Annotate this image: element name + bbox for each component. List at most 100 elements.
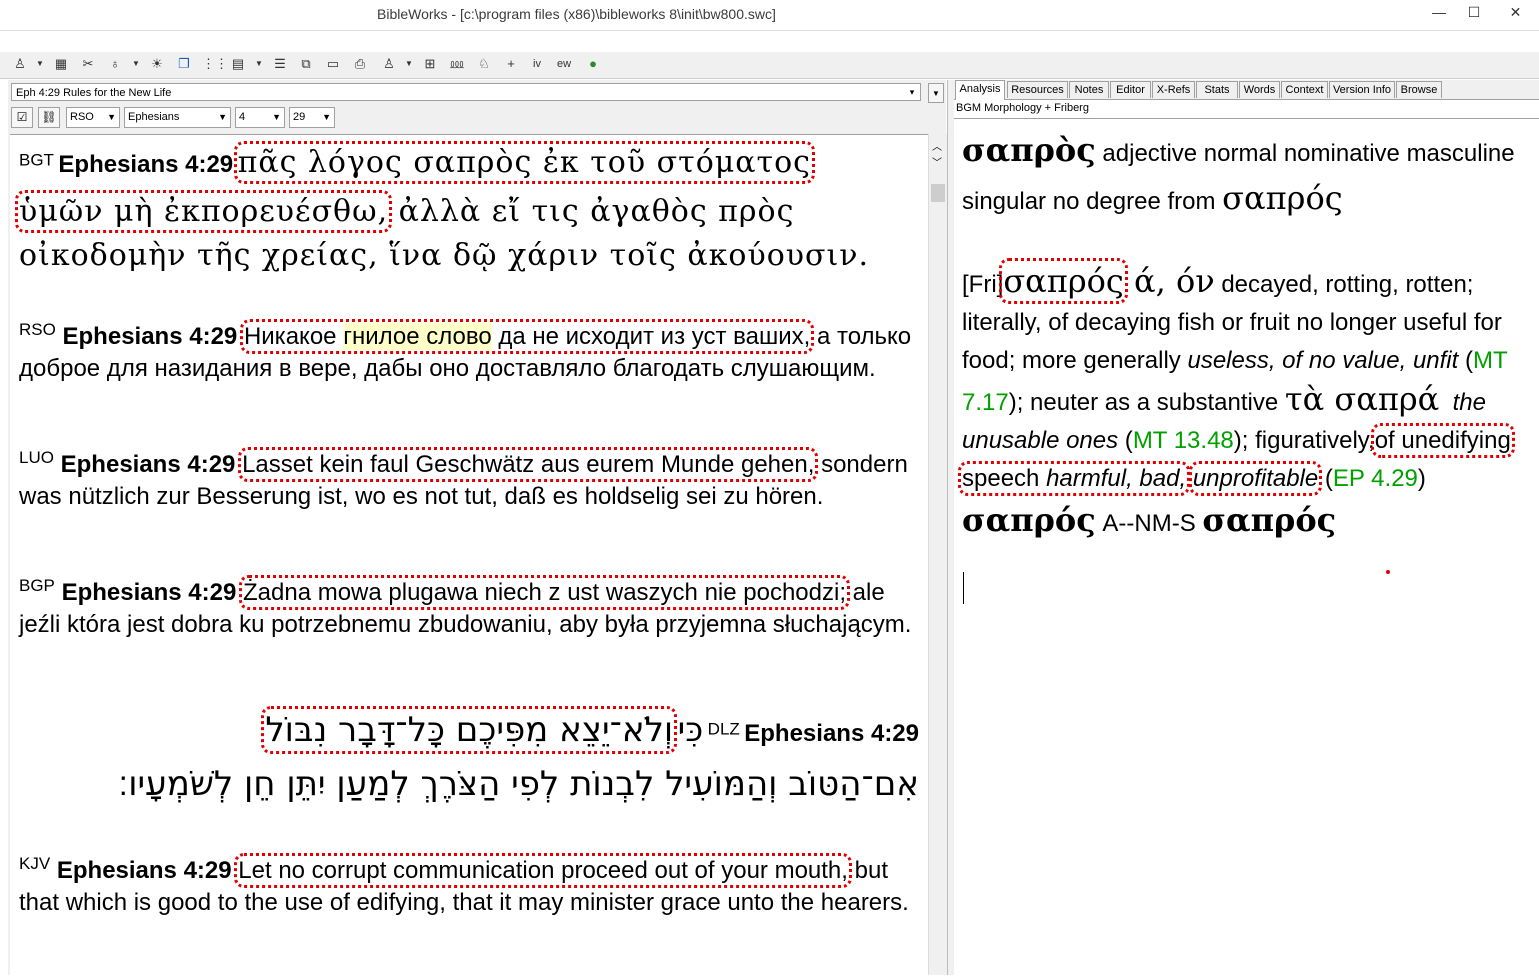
tab-words[interactable]: Words [1239, 81, 1280, 98]
greek-text-marked: ὑμῶν μὴ ἐκπορευέσθω, [14, 190, 393, 233]
iv-icon[interactable]: iv [528, 56, 546, 72]
scripture-link[interactable]: EP 4.29 [1333, 465, 1418, 492]
chevron-down-icon[interactable]: ▼ [255, 56, 263, 72]
chevron-down-icon[interactable]: ﹀ [932, 154, 942, 169]
text-segment: да не исходит из уст ваших, [491, 323, 811, 350]
verse-bgp: BGP Ephesians 4:29 Żadna mowa plugawa ni… [19, 575, 919, 641]
chevron-down-icon[interactable]: ▼ [132, 56, 140, 72]
globe-icon[interactable]: ● [584, 56, 602, 72]
copy-icon[interactable]: ⧉ [297, 56, 315, 72]
lexicon-entry: [Fri]σαπρός ά, όν decayed, rotting, rott… [958, 258, 1515, 496]
close-button[interactable]: ✕ [1492, 0, 1539, 24]
dots-icon[interactable]: ⋮⋮ [202, 56, 228, 72]
pin-icon[interactable]: ♁ [106, 56, 124, 72]
tab-context[interactable]: Context [1281, 81, 1328, 98]
marked-definition-italic: unprofitable [1188, 461, 1323, 496]
person-icon[interactable]: ♙ [11, 56, 29, 72]
version-value: RSO [70, 111, 94, 123]
windows-icon[interactable]: ❐ [175, 56, 193, 72]
chevron-down-icon: ▼ [322, 112, 331, 122]
check-icon[interactable]: ☑ [11, 107, 33, 128]
verse-scrollbar[interactable]: ︿ ﹀ [928, 134, 947, 975]
verse-reference[interactable]: Ephesians 4:29 [58, 151, 233, 178]
version-label: KJV [19, 854, 51, 873]
verse-reference[interactable]: Ephesians 4:29 [61, 451, 236, 478]
tab-stats[interactable]: Stats [1196, 81, 1238, 98]
reference-input[interactable]: Eph 4:29 Rules for the New Life ▾ [11, 83, 921, 101]
definition-text: ); figuratively, [1233, 427, 1375, 454]
ew-icon[interactable]: ew [555, 56, 573, 72]
tab-xrefs[interactable]: X-Refs [1152, 81, 1195, 98]
chevron-up-icon[interactable]: ︿ [932, 138, 942, 153]
lemma[interactable]: σαπρός [1202, 501, 1336, 539]
reference-value: Eph 4:29 Rules for the New Life [16, 87, 172, 99]
tab-analysis[interactable]: Analysis [955, 80, 1005, 100]
notes-icon[interactable]: ▭ [324, 56, 342, 72]
greek-text: ἀλλὰ εἴ τις ἀγαθὸς πρὸς [388, 194, 795, 229]
tab-editor[interactable]: Editor [1110, 81, 1151, 98]
link-icon[interactable]: ⛓ [38, 107, 60, 128]
chevron-down-icon: ▼ [218, 112, 227, 122]
minimize-button[interactable]: — [1422, 0, 1456, 24]
verse-kjv: KJV Ephesians 4:29 Let no corrupt commun… [19, 853, 919, 919]
parse-code: A--NM-S [1095, 510, 1203, 537]
lexicon-tag: [Fri] [962, 271, 1004, 298]
book-select[interactable]: Ephesians ▼ [124, 107, 231, 128]
tab-browse[interactable]: Browse [1396, 81, 1442, 98]
chevron-down-icon[interactable]: ▼ [36, 56, 44, 72]
print-icon[interactable]: ⎙ [351, 56, 369, 72]
marker-dot [1386, 570, 1390, 574]
verse-reference[interactable]: Ephesians 4:29 [62, 579, 237, 606]
plus-icon[interactable]: + [502, 56, 520, 72]
verse-reference[interactable]: Ephesians 4:29 [57, 857, 232, 884]
sun-icon[interactable]: ☀ [148, 56, 166, 72]
marked-text: Никакое гнилое слово да не исходит из ус… [239, 319, 815, 354]
tab-version-info[interactable]: Version Info [1329, 81, 1395, 98]
script-icon[interactable]: ⅏ [448, 56, 466, 72]
verse-reference[interactable]: Ephesians 4:29 [744, 720, 919, 747]
verse-reference[interactable]: Ephesians 4:29 [63, 323, 238, 350]
analysis-pane: Analysis Resources Notes Editor X-Refs S… [954, 80, 1539, 975]
analyzed-word[interactable]: σαπρὸς [962, 131, 1096, 169]
text-cursor [963, 572, 964, 604]
chapter-select[interactable]: 4 ▼ [235, 107, 285, 128]
scripture-link[interactable]: MT 13.48 [1133, 427, 1234, 454]
folder-icon[interactable]: ▦ [52, 56, 70, 72]
greek-text: οἰκοδομὴν τῆς χρείας, ἵνα δῷ χάριν τοῖς … [19, 238, 870, 273]
hebrew-text-marked: וְלֹא־יֵצֵא מִפִּיכֶם כָּל־דָּבָר נִבּוֹ… [261, 706, 678, 754]
person2-icon[interactable]: ♙ [380, 56, 398, 72]
grid-icon[interactable]: ▤ [229, 56, 247, 72]
boxes-icon[interactable]: ⊞ [421, 56, 439, 72]
version-label: RSO [19, 320, 56, 339]
chevron-down-icon[interactable]: ▼ [405, 56, 413, 72]
reference-history-button[interactable]: ▼ [928, 83, 944, 103]
verse-display[interactable]: BGT Ephesians 4:29 πᾶς λόγος σαπρὸς ἐκ τ… [10, 134, 928, 976]
parse-entry: σαπρός A--NM-S σαπρός [962, 498, 1522, 546]
verse-dlz: כִּי וְלֹא־יֵצֵא מִפִּיכֶם כָּל־דָּבָר נ… [19, 706, 919, 815]
definition-italic: harmful, bad, [1046, 465, 1187, 492]
tab-resources[interactable]: Resources [1007, 81, 1068, 98]
version-label: DLZ [707, 719, 740, 739]
chevron-down-icon[interactable]: ▾ [905, 85, 919, 99]
lemma[interactable]: σαπρός [1222, 179, 1342, 217]
main-toolbar: ♙ ▼ ▦ ✂ ♁ ▼ ☀ ❐ ⋮⋮ ▤ ▼ ☰ ⧉ ▭ ⎙ ♙ ▼ ⊞ ⅏ ♘… [0, 52, 1539, 79]
maximize-button[interactable]: ☐ [1457, 0, 1491, 24]
tab-notes[interactable]: Notes [1069, 81, 1109, 98]
morph-entry: σαπρὸς adjective normal nominative mascu… [962, 128, 1522, 224]
person3-icon[interactable]: ♘ [475, 56, 493, 72]
highlighted-text: гнилое слово [343, 323, 492, 350]
scrollbar-thumb[interactable] [931, 184, 945, 202]
divider [954, 118, 1539, 119]
marked-text: Let no corrupt communication proceed out… [234, 853, 852, 888]
version-select[interactable]: RSO ▼ [66, 107, 120, 128]
marked-text: Lasset kein faul Geschwätz aus eurem Mun… [238, 447, 819, 482]
version-label: LUO [19, 448, 54, 467]
chevron-down-icon: ▼ [107, 112, 116, 122]
verse-select[interactable]: 29 ▼ [289, 107, 335, 128]
list-icon[interactable]: ☰ [271, 56, 289, 72]
analysis-content[interactable]: σαπρὸς adjective normal nominative mascu… [958, 128, 1522, 546]
book-value: Ephesians [128, 111, 180, 123]
marked-text: Żadna mowa plugawa niech z ust waszych n… [239, 575, 850, 610]
parsed-word[interactable]: σαπρός [962, 501, 1096, 539]
tools-icon[interactable]: ✂ [79, 56, 97, 72]
